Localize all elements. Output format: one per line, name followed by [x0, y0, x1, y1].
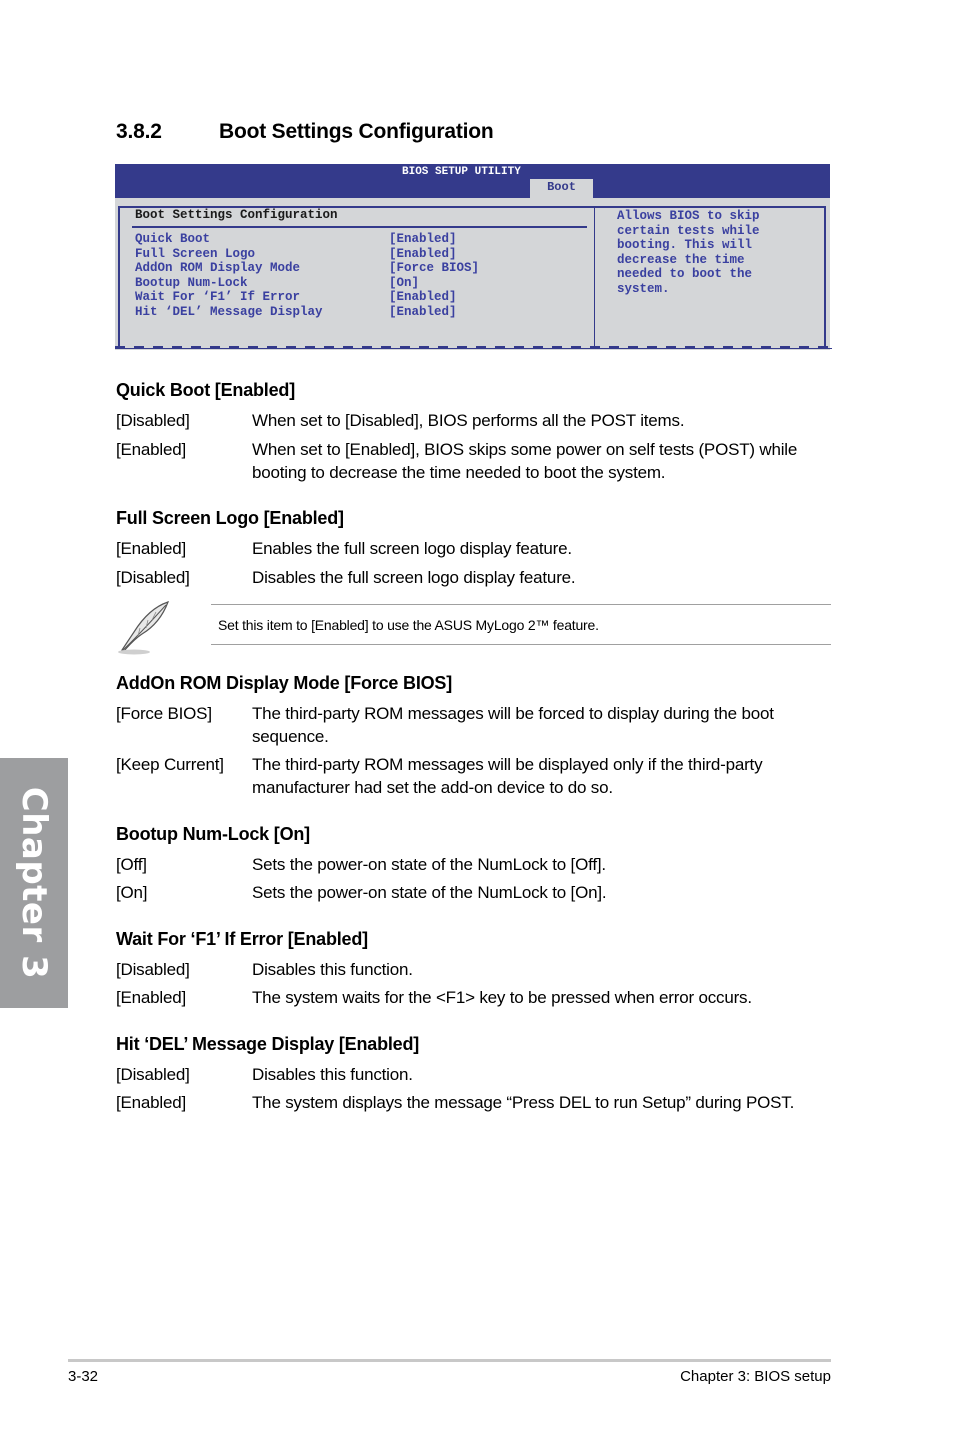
option-key: [Enabled]	[116, 539, 187, 558]
bios-item[interactable]: Hit ‘DEL’ Message Display [Enabled]	[135, 305, 479, 320]
bios-help-text: Allows BIOS to skip certain tests while …	[617, 209, 760, 296]
bios-tab-boot[interactable]: Boot	[530, 179, 593, 198]
option-row: [Disabled] When set to [Disabled], BIOS p…	[116, 409, 836, 432]
bios-bottom-border	[115, 348, 832, 349]
setting-heading: AddOn ROM Display Mode [Force BIOS]	[116, 673, 453, 693]
bios-item-list: Quick Boot [Enabled] Full Screen Logo [Ena…	[135, 232, 479, 320]
setting-heading: Quick Boot [Enabled]	[116, 380, 296, 400]
bios-item-label: Quick Boot	[135, 232, 211, 246]
option-desc: Sets the power-on state of the NumLock t…	[252, 883, 607, 902]
option-row: [Disabled] Disables this function.	[116, 1063, 836, 1086]
option-desc: The system displays the message “Press D…	[252, 1093, 795, 1112]
option-key: [Keep Current]	[116, 755, 224, 774]
setting-heading: Wait For ‘F1’ If Error [Enabled]	[116, 929, 368, 949]
bios-item-label: Hit ‘DEL’ Message Display	[135, 304, 323, 319]
option-row: [On] Sets the power-on state of the NumLo…	[116, 881, 836, 904]
footer-rule	[68, 1359, 831, 1362]
option-row: [Keep Current] The third-party ROM messag…	[116, 753, 836, 799]
feather-pen-icon	[118, 601, 170, 655]
bios-item-value: [Enabled]	[389, 246, 457, 261]
chapter-side-tab-label: Chapter 3	[14, 786, 54, 980]
option-key: [Enabled]	[116, 1093, 187, 1112]
bios-panel-rule	[132, 226, 587, 228]
bios-panel-title: Boot Settings Configuration	[135, 208, 338, 222]
bios-item[interactable]: Quick Boot [Enabled]	[135, 232, 479, 247]
bios-item-label: AddOn ROM Display Mode	[135, 261, 301, 276]
bios-divider	[594, 206, 595, 346]
option-desc: When set to [Disabled], BIOS performs al…	[252, 411, 685, 430]
note-box: Set this item to [Enabled] to use the AS…	[116, 600, 831, 658]
option-key: [Disabled]	[116, 568, 190, 587]
option-row: [Disabled] Disables the full screen logo …	[116, 566, 836, 589]
option-key: [Enabled]	[116, 988, 187, 1007]
setting-section-addon-rom: AddOn ROM Display Mode [Force BIOS] [For…	[116, 673, 836, 799]
option-key: [Disabled]	[116, 411, 190, 430]
option-desc: The third-party ROM messages will be dis…	[252, 755, 763, 797]
option-row: [Off] Sets the power-on state of the NumL…	[116, 853, 836, 876]
note-text: Set this item to [Enabled] to use the AS…	[218, 617, 599, 633]
option-desc: Disables this function.	[252, 960, 413, 979]
bios-item[interactable]: AddOn ROM Display Mode [Force BIOS]	[135, 261, 479, 276]
bios-item-label: Wait For ‘F1’ If Error	[135, 290, 301, 305]
bios-item-value: [Enabled]	[389, 304, 457, 319]
setting-heading: Full Screen Logo [Enabled]	[116, 508, 344, 528]
bios-title: BIOS SETUP UTILITY	[402, 166, 521, 178]
section-heading: Boot Settings Configuration	[219, 120, 494, 143]
option-row: [Enabled] Enables the full screen logo di…	[116, 537, 836, 560]
bios-item[interactable]: Wait For ‘F1’ If Error [Enabled]	[135, 290, 479, 305]
bios-item-label: Full Screen Logo	[135, 246, 256, 261]
option-desc: The third-party ROM messages will be for…	[252, 704, 774, 746]
bios-screenshot: BIOS SETUP UTILITY Boot Boot Settings Co…	[115, 164, 832, 350]
bios-item[interactable]: Full Screen Logo [Enabled]	[135, 247, 479, 262]
option-desc: The system waits for the <F1> key to be …	[252, 988, 752, 1007]
option-row: [Enabled] The system displays the message…	[116, 1091, 836, 1114]
bios-item[interactable]: Bootup Num-Lock [On]	[135, 276, 479, 291]
note-rule-bottom	[211, 644, 831, 645]
option-key: [Enabled]	[116, 440, 187, 459]
option-row: [Disabled] Disables this function.	[116, 958, 836, 981]
bios-item-value: [On]	[389, 275, 420, 290]
option-key: [Disabled]	[116, 960, 190, 979]
option-desc: When set to [Enabled], BIOS skips some p…	[252, 440, 798, 482]
setting-section-hit-del: Hit ‘DEL’ Message Display [Enabled] [Dis…	[116, 1034, 836, 1114]
setting-heading: Bootup Num-Lock [On]	[116, 824, 310, 844]
section-title: 3.8.2 Boot Settings Configuration	[116, 120, 494, 144]
option-key: [On]	[116, 883, 148, 902]
option-row: [Enabled] When set to [Enabled], BIOS ski…	[116, 438, 836, 484]
option-desc: Sets the power-on state of the NumLock t…	[252, 855, 606, 874]
setting-section-quick-boot: Quick Boot [Enabled] [Disabled] When set …	[116, 380, 836, 484]
option-key: [Off]	[116, 855, 147, 874]
option-row: [Enabled] The system waits for the <F1> k…	[116, 986, 836, 1009]
page-number: 3-32	[68, 1368, 99, 1385]
bios-item-value: [Force BIOS]	[389, 261, 480, 276]
option-row: [Force BIOS] The third-party ROM messages…	[116, 702, 836, 748]
footer-chapter-label: Chapter 3: BIOS setup	[680, 1368, 831, 1385]
option-desc: Disables the full screen logo display fe…	[252, 568, 576, 587]
bios-header: BIOS SETUP UTILITY Boot	[115, 164, 830, 198]
bios-item-value: [Enabled]	[389, 232, 457, 246]
option-key: [Disabled]	[116, 1065, 190, 1084]
setting-section-num-lock: Bootup Num-Lock [On] [Off] Sets the power…	[116, 824, 836, 904]
setting-section-full-screen-logo: Full Screen Logo [Enabled] [Enabled] Enab…	[116, 508, 836, 589]
section-number: 3.8.2	[116, 120, 162, 143]
setting-section-wait-f1: Wait For ‘F1’ If Error [Enabled] [Disabl…	[116, 929, 836, 1009]
option-desc: Disables this function.	[252, 1065, 413, 1084]
option-key: [Force BIOS]	[116, 704, 212, 723]
note-rule-top	[211, 604, 831, 605]
bios-item-value: [Enabled]	[389, 290, 457, 305]
setting-heading: Hit ‘DEL’ Message Display [Enabled]	[116, 1034, 420, 1054]
option-desc: Enables the full screen logo display fea…	[252, 539, 572, 558]
chapter-side-tab: Chapter 3	[0, 758, 68, 1008]
bios-item-label: Bootup Num-Lock	[135, 275, 248, 290]
